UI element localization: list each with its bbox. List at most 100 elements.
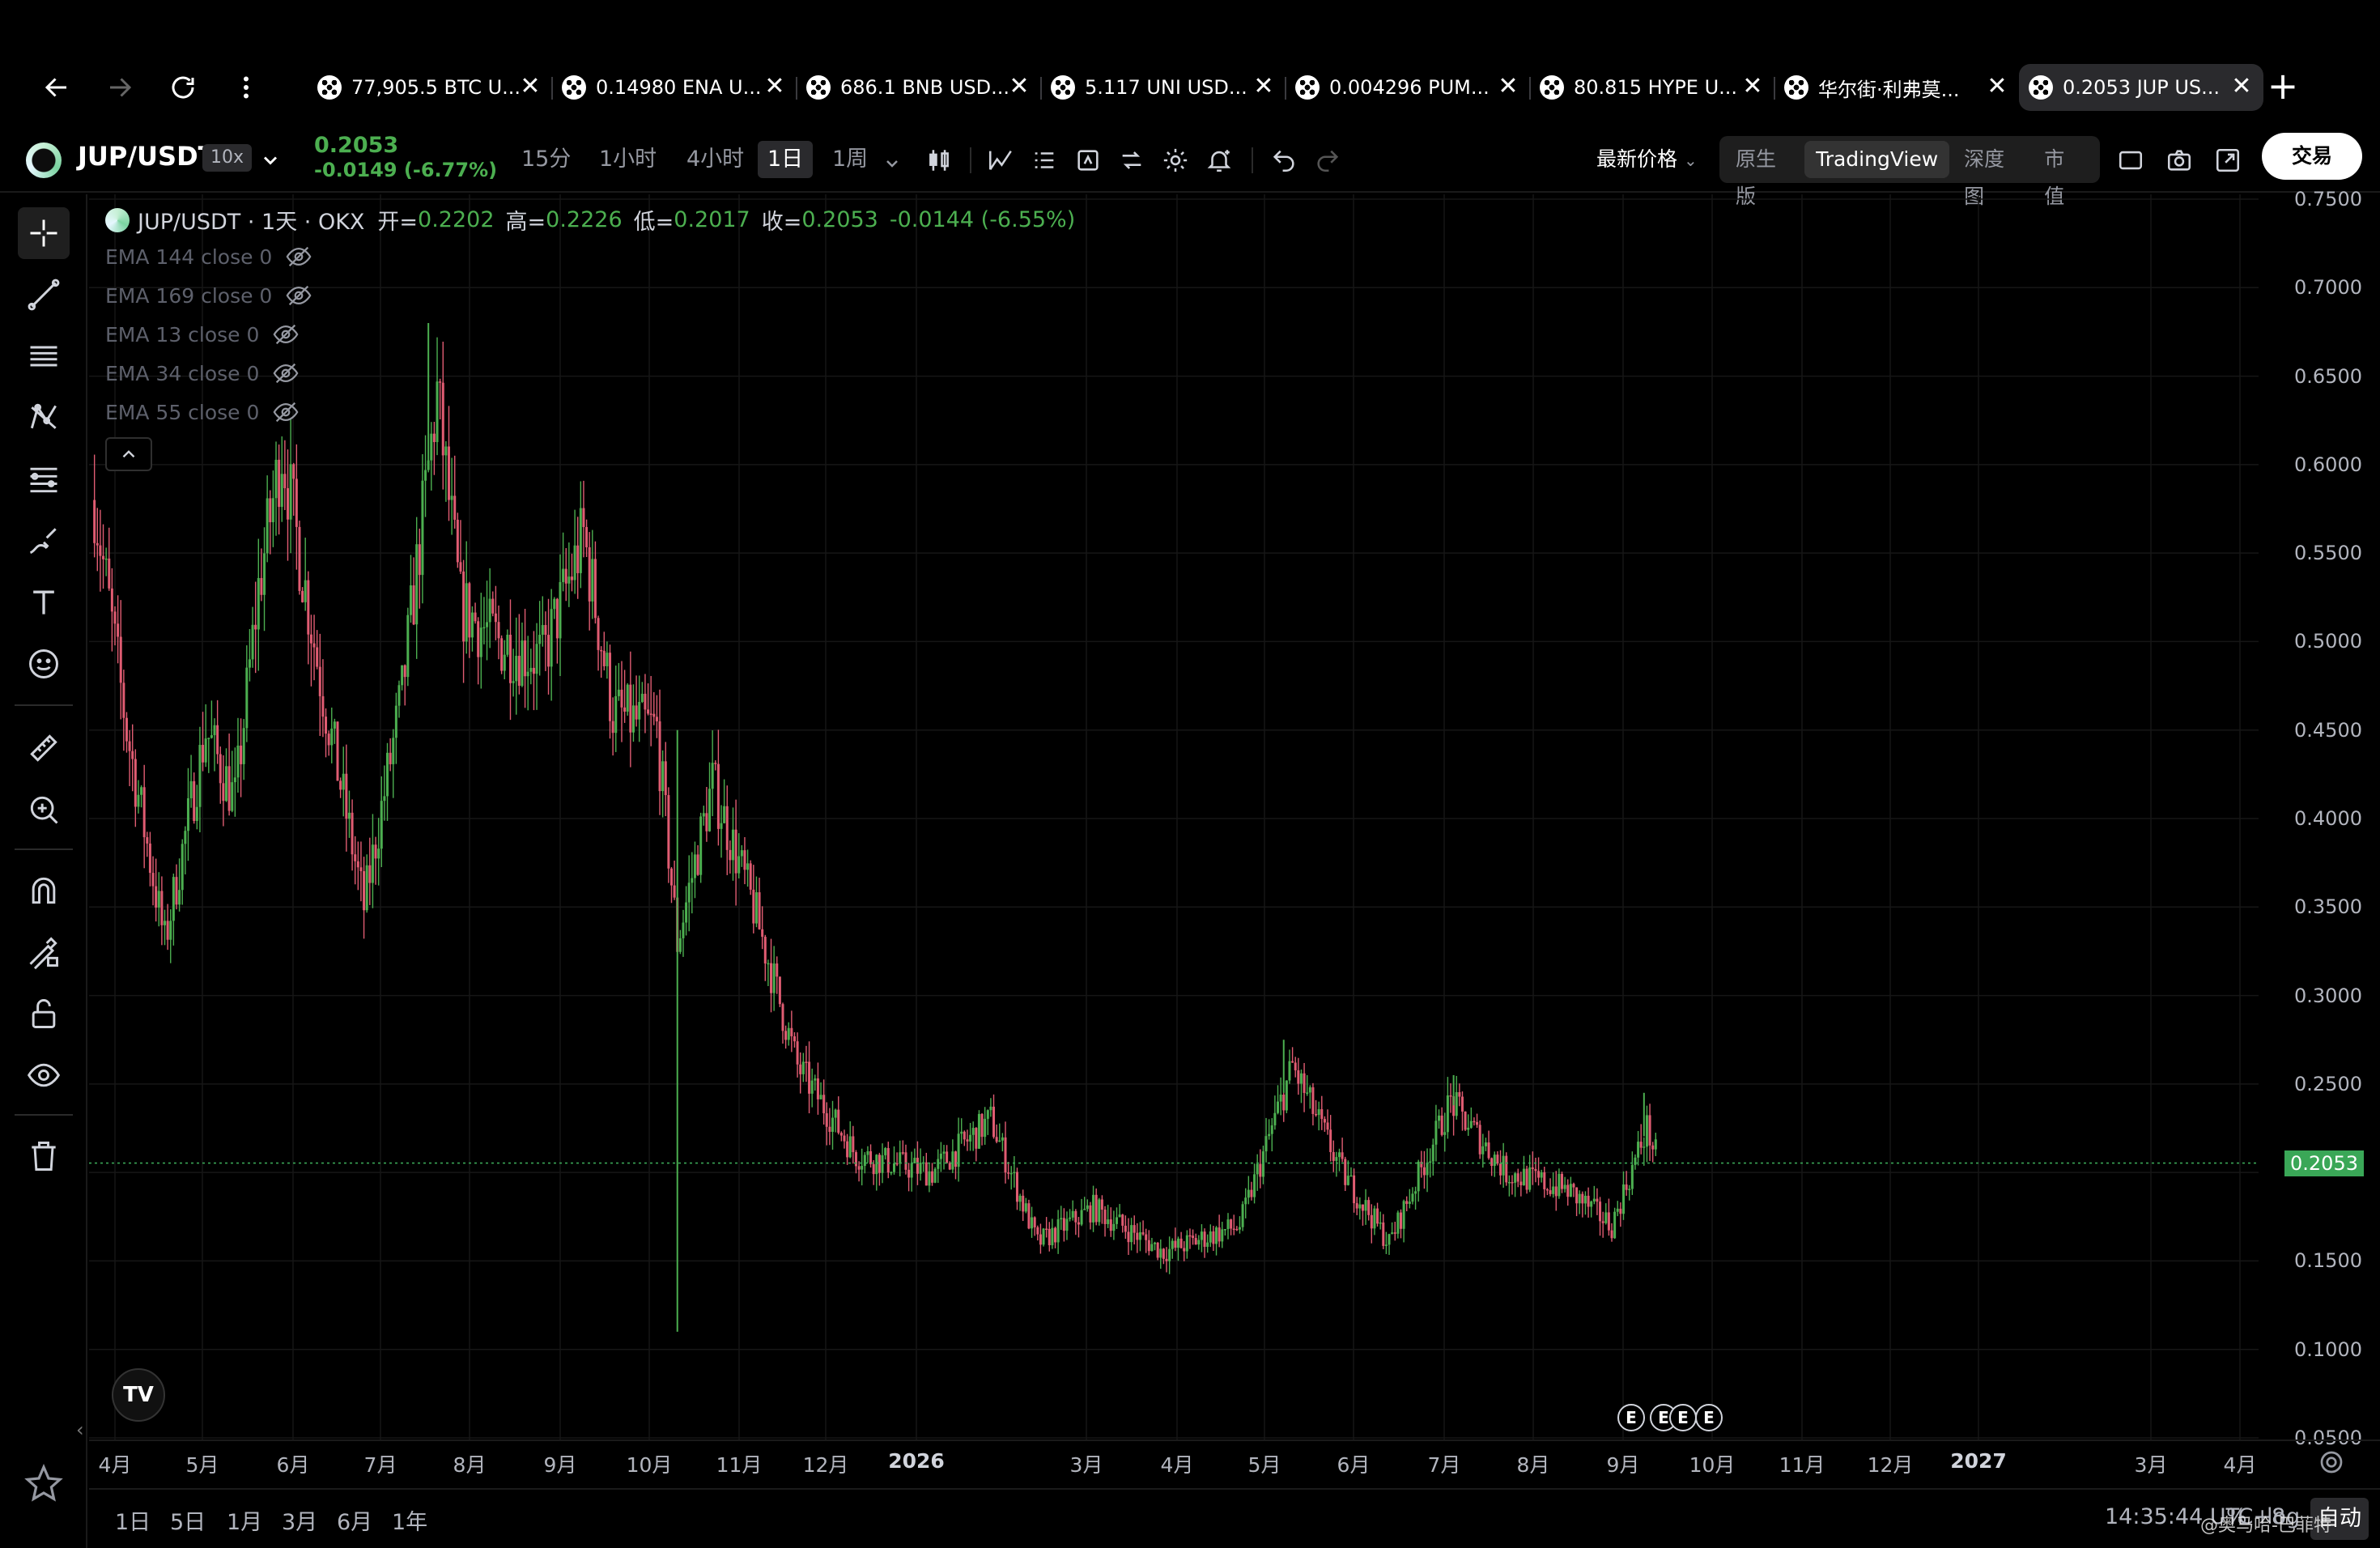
- new-tab-button[interactable]: +: [2263, 67, 2302, 107]
- magnet-icon[interactable]: [18, 865, 70, 916]
- indicator-row[interactable]: EMA 169 close 0: [105, 276, 1086, 315]
- lock-drawing-icon[interactable]: [18, 926, 70, 978]
- pattern-tool-icon[interactable]: [18, 392, 70, 444]
- eye-icon[interactable]: [18, 1049, 70, 1101]
- redo-icon[interactable]: [1311, 144, 1344, 176]
- range-button[interactable]: 1年: [392, 1504, 427, 1536]
- candle-body: [1402, 1201, 1405, 1229]
- close-icon[interactable]: ✕: [1253, 74, 1274, 99]
- hidden-eye-icon[interactable]: [285, 282, 312, 309]
- range-button[interactable]: 6月: [337, 1504, 372, 1536]
- popout-icon[interactable]: [2212, 144, 2244, 176]
- trade-button[interactable]: 交易: [2262, 133, 2362, 180]
- browser-tab[interactable]: 0.14980 ENA U... ✕: [551, 64, 797, 111]
- unlock-icon[interactable]: [18, 988, 70, 1040]
- more-menu-icon[interactable]: [228, 70, 264, 105]
- close-icon[interactable]: ✕: [1742, 74, 1763, 99]
- browser-tab[interactable]: 0.004296 PUM... ✕: [1285, 64, 1530, 111]
- crosshair-icon[interactable]: [18, 207, 70, 259]
- alert-bell-icon[interactable]: [1203, 144, 1235, 176]
- compare-icon[interactable]: [1116, 144, 1148, 176]
- axis-settings-icon[interactable]: [2317, 1448, 2346, 1477]
- view-tab-3[interactable]: 市值: [2033, 141, 2092, 208]
- browser-tab[interactable]: 80.815 HYPE U... ✕: [1529, 64, 1774, 111]
- symbol-name[interactable]: JUP/USDT: [78, 141, 215, 172]
- back-icon[interactable]: [39, 70, 74, 105]
- view-tab-0[interactable]: 原生版: [1724, 141, 1801, 208]
- candle-body: [1323, 1119, 1326, 1123]
- brush-icon[interactable]: [18, 515, 70, 567]
- view-tab-1[interactable]: TradingView: [1804, 141, 1950, 178]
- indicators-icon[interactable]: [984, 144, 1017, 176]
- hidden-eye-icon[interactable]: [285, 243, 312, 270]
- browser-tab[interactable]: 686.1 BNB USD... ✕: [796, 64, 1041, 111]
- price-type-select[interactable]: 最新价格 ⌄: [1596, 141, 1698, 178]
- trend-line-icon[interactable]: [18, 269, 70, 321]
- hidden-eye-icon[interactable]: [272, 398, 300, 426]
- interval-4[interactable]: 1周: [822, 141, 878, 178]
- interval-dropdown-icon[interactable]: [882, 154, 902, 173]
- indicator-row[interactable]: EMA 55 close 0: [105, 393, 1086, 432]
- close-icon[interactable]: ✕: [764, 74, 785, 99]
- browser-tab[interactable]: 77,905.5 BTC U... ✕: [308, 64, 552, 111]
- candle-body: [1306, 1092, 1309, 1094]
- templates-icon[interactable]: [1028, 144, 1060, 176]
- interval-2[interactable]: 4小时: [677, 141, 754, 178]
- candle-body: [1379, 1222, 1382, 1224]
- event-badge[interactable]: E: [1695, 1404, 1723, 1431]
- candle-body: [280, 474, 283, 508]
- interval-1[interactable]: 1小时: [589, 141, 666, 178]
- horizontal-lines-icon[interactable]: [18, 330, 70, 382]
- settings-gear-icon[interactable]: [1159, 144, 1192, 176]
- reload-icon[interactable]: [165, 70, 201, 105]
- candle-body: [216, 725, 219, 755]
- chevron-down-icon[interactable]: [259, 149, 282, 172]
- trash-icon[interactable]: [18, 1130, 70, 1182]
- scroll-left-icon[interactable]: ‹: [76, 1418, 84, 1441]
- text-tool-icon[interactable]: [18, 576, 70, 628]
- hidden-eye-icon[interactable]: [272, 359, 300, 387]
- replay-icon[interactable]: [1072, 144, 1104, 176]
- fib-retracement-icon[interactable]: [18, 453, 70, 505]
- time-tick: 9月: [543, 1453, 577, 1477]
- indicator-row[interactable]: EMA 13 close 0: [105, 315, 1086, 354]
- range-button[interactable]: 1月: [227, 1504, 262, 1536]
- browser-tab[interactable]: 0.2053 JUP US... ✕: [2019, 64, 2263, 111]
- star-favorite-icon[interactable]: [24, 1464, 63, 1503]
- hidden-eye-icon[interactable]: [272, 321, 300, 348]
- undo-icon[interactable]: [1268, 144, 1300, 176]
- collapse-legend-button[interactable]: [105, 437, 152, 471]
- close-icon[interactable]: ✕: [1987, 74, 2008, 99]
- time-axis[interactable]: 4月 5月 6月 7月 8月 9月 10月 11月 12月 2026 3月 4月 5月 6月 7月 8月 9月 1…: [89, 1440, 2380, 1480]
- close-icon[interactable]: ✕: [1009, 74, 1030, 99]
- close-icon[interactable]: ✕: [1498, 74, 1519, 99]
- emoji-icon[interactable]: [18, 638, 70, 690]
- indicator-row[interactable]: EMA 144 close 0: [105, 237, 1086, 276]
- candle-body: [1634, 1157, 1637, 1165]
- browser-tab[interactable]: 5.117 UNI USD... ✕: [1040, 64, 1286, 111]
- range-button[interactable]: 1日: [115, 1504, 151, 1536]
- tradingview-logo[interactable]: TV: [112, 1368, 165, 1422]
- price-axis[interactable]: 0.7500 0.7000 0.6500 0.6000 0.5500 0.5000 0.45…: [2259, 188, 2380, 1449]
- range-button[interactable]: 3月: [282, 1504, 317, 1536]
- close-icon[interactable]: ✕: [520, 74, 541, 99]
- indicator-row[interactable]: EMA 34 close 0: [105, 354, 1086, 393]
- event-badge[interactable]: E: [1617, 1404, 1645, 1431]
- chart-legend: JUP/USDT · 1天 · OKX 开= 0.2202 高= 0.2226 低=…: [105, 204, 1086, 432]
- interval-0[interactable]: 15分: [512, 141, 580, 178]
- fullscreen-window-icon[interactable]: [2114, 144, 2147, 176]
- candle-body: [128, 741, 131, 751]
- ruler-icon[interactable]: [18, 722, 70, 774]
- camera-icon[interactable]: [2163, 144, 2195, 176]
- close-icon[interactable]: ✕: [2231, 74, 2252, 99]
- view-tab-2[interactable]: 深度图: [1953, 141, 2029, 208]
- interval-3[interactable]: 1日: [758, 141, 814, 178]
- candle-body: [204, 738, 207, 763]
- forward-icon[interactable]: [102, 70, 138, 105]
- zoom-in-icon[interactable]: [18, 784, 70, 836]
- high-value: 0.2226: [546, 207, 623, 232]
- event-badge[interactable]: E: [1669, 1404, 1697, 1431]
- candle-type-icon[interactable]: [923, 144, 955, 176]
- browser-tab[interactable]: 华尔街·利弗莫... ✕: [1774, 64, 2019, 111]
- range-button[interactable]: 5日: [170, 1504, 206, 1536]
